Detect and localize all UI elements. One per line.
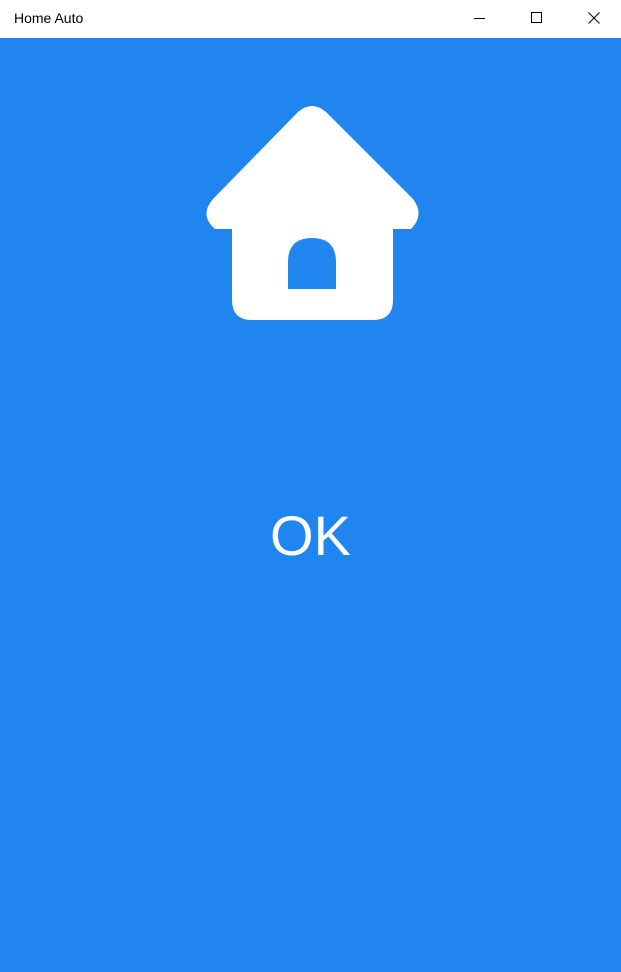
window-title: Home Auto bbox=[14, 10, 84, 26]
status-text: OK bbox=[270, 504, 351, 567]
close-icon bbox=[588, 12, 600, 24]
minimize-button[interactable] bbox=[452, 0, 508, 36]
maximize-button[interactable] bbox=[509, 0, 565, 36]
main-content: OK bbox=[0, 38, 621, 972]
maximize-icon bbox=[531, 12, 542, 23]
home-icon bbox=[206, 106, 419, 320]
minimize-icon bbox=[474, 18, 485, 19]
close-button[interactable] bbox=[566, 0, 621, 36]
app-window: Home Auto OK bbox=[0, 0, 621, 972]
title-bar[interactable]: Home Auto bbox=[0, 0, 621, 38]
